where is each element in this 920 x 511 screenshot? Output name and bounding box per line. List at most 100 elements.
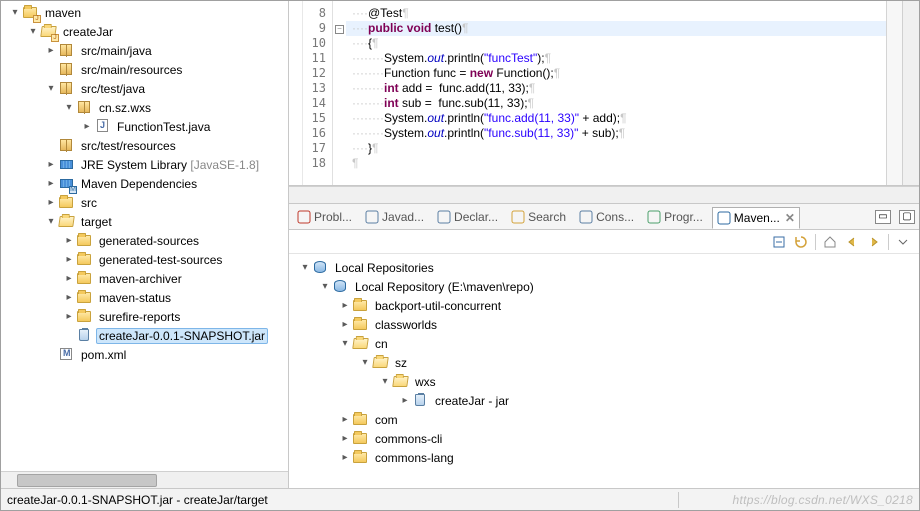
repo-tree-item[interactable]: ▾cn [289,334,919,353]
repo-tree-item[interactable]: ▸backport-util-concurrent [289,296,919,315]
repo-tree-item[interactable]: ▾sz [289,353,919,372]
pkg-icon [59,43,75,59]
repo-tree-item[interactable]: ▸com [289,410,919,429]
expand-twisty[interactable]: ▸ [43,178,59,189]
tab-progr[interactable]: Progr... [643,206,707,228]
expand-twisty[interactable]: ▾ [7,7,23,18]
expand-twisty[interactable]: ▸ [61,273,77,284]
forward-button[interactable] [866,234,882,250]
tree-item[interactable]: ▸FunctionTest.java [1,117,288,136]
repo-tree-item[interactable]: ▾Local Repository (E:\maven\repo) [289,277,919,296]
tree-label: pom.xml [78,347,129,363]
maven-repositories-tree[interactable]: ▾Local Repositories▾Local Repository (E:… [289,254,919,488]
fold-ruler[interactable]: − [333,1,346,185]
tree-item[interactable]: createJar-0.0.1-SNAPSHOT.jar [1,326,288,345]
xwin-icon [59,347,75,363]
tree-item[interactable]: ▸src [1,193,288,212]
status-bar: createJar-0.0.1-SNAPSHOT.jar - createJar… [1,488,919,510]
editor-vscroll[interactable] [902,1,919,185]
repo-tree-item[interactable]: ▸commons-lang [289,448,919,467]
tab-javad[interactable]: Javad... [361,206,428,228]
repo-tree-item[interactable]: ▾wxs [289,372,919,391]
repo-tree-item[interactable]: ▸commons-cli [289,429,919,448]
tab-declar[interactable]: Declar... [433,206,502,228]
close-icon[interactable]: ✕ [785,211,795,225]
breakpoint-ruler[interactable] [289,1,303,185]
project-tree[interactable]: ▾Jmaven▾JcreateJar▸src/main/javasrc/main… [1,1,288,471]
folder-open-icon [373,355,389,371]
back-button[interactable] [844,234,860,250]
expand-twisty[interactable]: ▸ [61,235,77,246]
jar-icon [413,393,429,409]
expand-twisty[interactable]: ▸ [337,433,353,444]
expand-twisty[interactable]: ▾ [61,102,77,113]
tree-item[interactable]: ▾src/test/java [1,79,288,98]
tree-item[interactable]: ▾target [1,212,288,231]
expand-twisty[interactable]: ▾ [357,357,373,368]
repo-tree-item[interactable]: ▸classworlds [289,315,919,334]
folder-open-icon [353,336,369,352]
tab-label: Probl... [314,210,352,224]
tree-item[interactable]: ▾Jmaven [1,3,288,22]
tree-item[interactable]: ▾ cn.sz.wxs [1,98,288,117]
expand-twisty[interactable]: ▸ [337,300,353,311]
tree-item[interactable]: ▸src/main/java [1,41,288,60]
code-editor[interactable]: 89101112131415161718 − ····@Test¶····pub… [289,1,919,186]
tab-cons[interactable]: Cons... [575,206,638,228]
tree-item[interactable]: ▸generated-test-sources [1,250,288,269]
home-button[interactable] [822,234,838,250]
tree-label: cn.sz.wxs [96,100,154,116]
tree-item[interactable]: pom.xml [1,345,288,364]
expand-twisty[interactable]: ▸ [43,197,59,208]
tab-probl[interactable]: Probl... [293,206,356,228]
repo-tree-item[interactable]: ▸ createJar - jar [289,391,919,410]
collapse-button[interactable] [771,234,787,250]
expand-twisty[interactable]: ▸ [61,311,77,322]
tree-item[interactable]: ▸MMaven Dependencies [1,174,288,193]
tab-search[interactable]: Search [507,206,570,228]
code-area[interactable]: ····@Test¶····public void test()¶····{¶·… [346,1,886,185]
tree-item[interactable]: ▸generated-sources [1,231,288,250]
editor-hscroll[interactable] [289,186,919,203]
minimize-button[interactable]: ▭ [875,210,891,224]
expand-twisty[interactable]: ▸ [43,45,59,56]
expand-twisty[interactable]: ▸ [79,121,95,132]
expand-twisty[interactable]: ▾ [43,83,59,94]
folder-icon [353,298,369,314]
tree-hscroll[interactable] [1,471,288,488]
folder-icon [77,290,93,306]
tree-item[interactable]: ▾JcreateJar [1,22,288,41]
expand-twisty[interactable]: ▾ [317,281,333,292]
tab-maven[interactable]: Maven...✕ [712,207,800,229]
folder-icon [353,450,369,466]
overview-ruler[interactable] [886,1,902,185]
expand-twisty[interactable]: ▾ [377,376,393,387]
expand-twisty[interactable]: ▸ [43,159,59,170]
cons-icon [579,210,593,224]
tree-item[interactable]: ▸ maven-status [1,288,288,307]
tree-item[interactable]: src/main/resources [1,60,288,79]
java-icon [95,119,111,135]
expand-twisty[interactable]: ▸ [337,452,353,463]
repo-tree-item[interactable]: ▾Local Repositories [289,258,919,277]
expand-twisty[interactable]: ▸ [337,319,353,330]
expand-twisty[interactable]: ▸ [337,414,353,425]
expand-twisty[interactable]: ▸ [397,395,413,406]
tree-item[interactable]: ▸surefire-reports [1,307,288,326]
tree-label: maven-status [96,290,174,306]
tree-item[interactable]: src/test/resources [1,136,288,155]
expand-twisty[interactable]: ▸ [61,254,77,265]
expand-twisty[interactable]: ▾ [297,262,313,273]
menu-button[interactable] [895,234,911,250]
tree-label: createJar - jar [432,393,512,409]
refresh-button[interactable] [793,234,809,250]
tree-item[interactable]: ▸JRE System Library [JavaSE-1.8] [1,155,288,174]
tree-item[interactable]: ▸maven-archiver [1,269,288,288]
maximize-button[interactable]: ▢ [899,210,915,224]
folder-icon [353,431,369,447]
expand-twisty[interactable]: ▸ [61,292,77,303]
pkg-icon [59,138,75,154]
expand-twisty[interactable]: ▾ [337,338,353,349]
expand-twisty[interactable]: ▾ [43,216,59,227]
expand-twisty[interactable]: ▾ [25,26,41,37]
